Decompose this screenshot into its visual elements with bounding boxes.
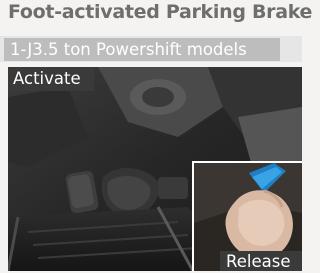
activate-label: Activate (8, 67, 94, 91)
page-title: Foot-activated Parking Brake (8, 1, 313, 23)
page-subtitle: 1-J3.5 ton Powershift models (10, 40, 247, 59)
release-label: Release (220, 251, 302, 271)
